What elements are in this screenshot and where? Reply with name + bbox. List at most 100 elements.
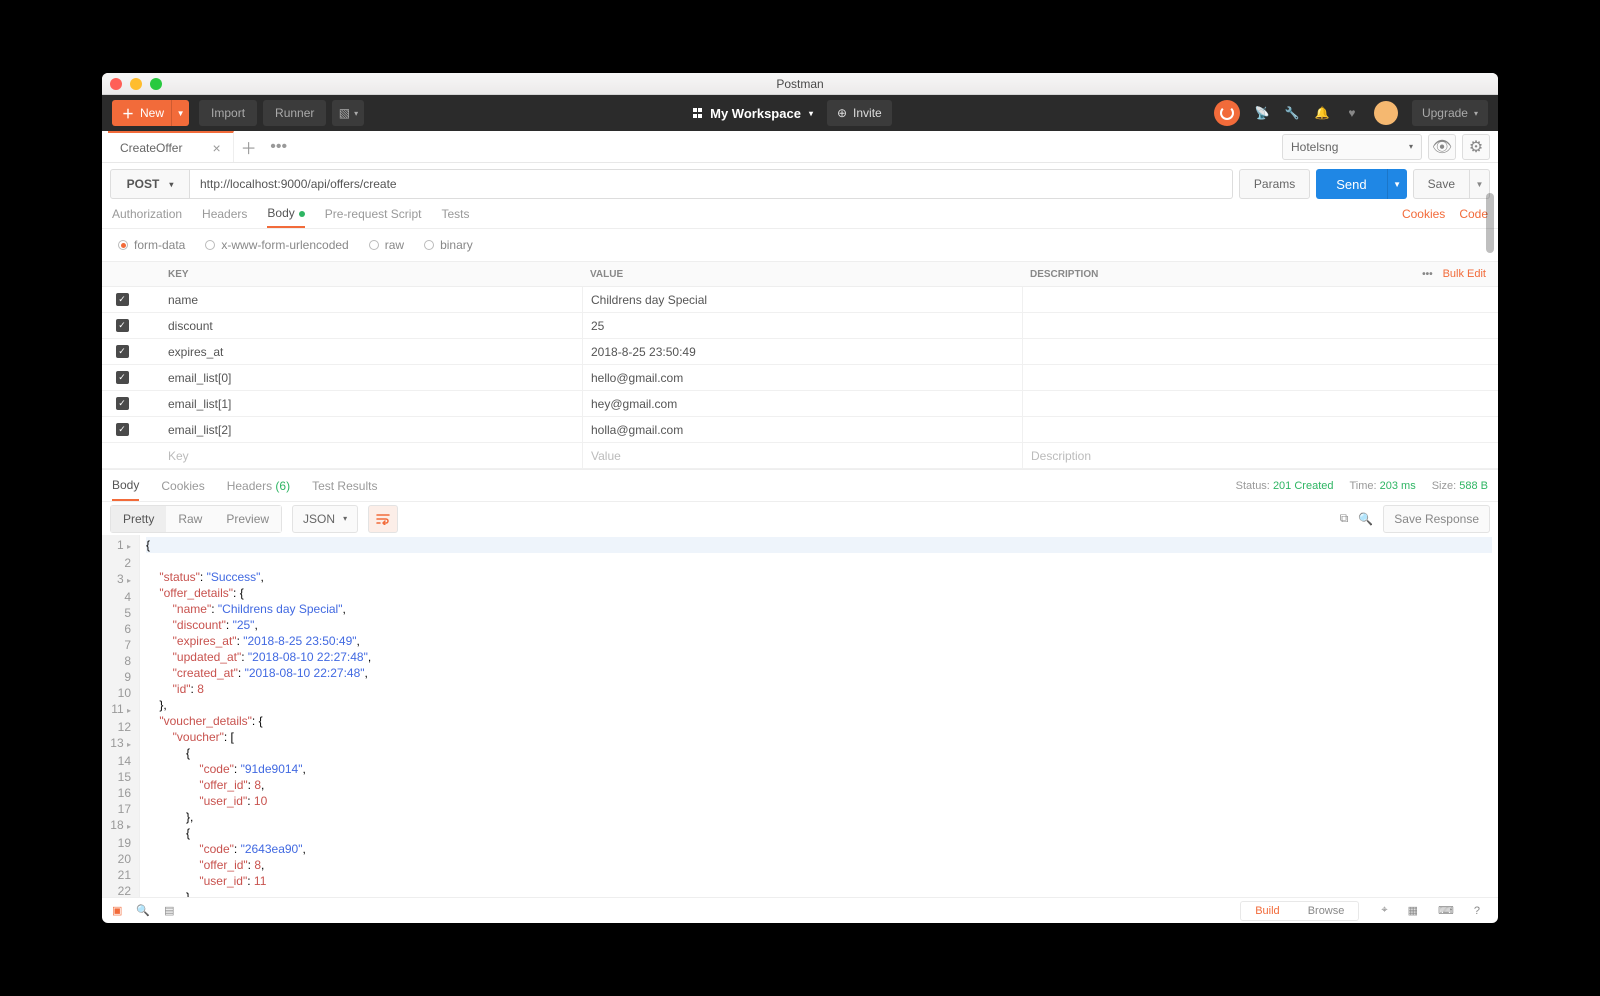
view-raw[interactable]: Raw xyxy=(166,506,214,532)
kv-desc-placeholder[interactable]: Description xyxy=(1022,443,1498,468)
resp-tab-headers[interactable]: Headers (6) xyxy=(227,479,290,493)
shortcuts-icon[interactable]: ⌨ xyxy=(1438,904,1454,917)
checkbox[interactable]: ✓ xyxy=(116,293,129,306)
import-button[interactable]: Import xyxy=(199,100,257,126)
checkbox[interactable]: ✓ xyxy=(116,345,129,358)
environment-preview-icon[interactable]: 👁 xyxy=(1428,134,1456,160)
modified-indicator-icon xyxy=(299,211,305,217)
kv-value[interactable]: hello@gmail.com xyxy=(582,365,1022,390)
bell-icon[interactable]: 🔔 xyxy=(1314,105,1330,121)
layout-icon[interactable]: ▦ xyxy=(1408,904,1418,917)
table-row[interactable]: ✓ discount 25 xyxy=(102,313,1498,339)
tab-headers[interactable]: Headers xyxy=(202,201,247,227)
kv-value[interactable]: 25 xyxy=(582,313,1022,338)
resp-tab-tests[interactable]: Test Results xyxy=(312,479,377,493)
help-icon[interactable]: ? xyxy=(1474,905,1480,917)
user-avatar[interactable] xyxy=(1374,101,1398,125)
sync-icon[interactable] xyxy=(1214,100,1240,126)
radio-form-data[interactable]: form-data xyxy=(118,238,185,252)
invite-button[interactable]: ⊕ Invite xyxy=(827,100,892,126)
params-button[interactable]: Params xyxy=(1239,169,1310,199)
send-dropdown[interactable]: ▼ xyxy=(1387,169,1407,199)
new-button[interactable]: ＋ New xyxy=(112,100,174,126)
code-body[interactable]: { "status": "Success", "offer_details": … xyxy=(140,535,1498,897)
kv-value[interactable]: holla@gmail.com xyxy=(582,417,1022,442)
kv-desc[interactable] xyxy=(1022,365,1498,390)
runner-button[interactable]: Runner xyxy=(263,100,326,126)
format-selector[interactable]: JSON ▾ xyxy=(292,505,358,533)
workspace-selector[interactable]: My Workspace ▾ xyxy=(693,106,813,121)
kv-desc[interactable] xyxy=(1022,313,1498,338)
kv-empty-row[interactable]: Key Value Description xyxy=(102,443,1498,469)
radio-raw[interactable]: raw xyxy=(369,238,404,252)
view-preview[interactable]: Preview xyxy=(214,506,281,532)
send-button[interactable]: Send xyxy=(1316,169,1386,199)
kv-value-placeholder[interactable]: Value xyxy=(582,443,1022,468)
bulk-edit-link[interactable]: Bulk Edit xyxy=(1443,268,1486,280)
heart-icon[interactable]: ♥ xyxy=(1344,105,1360,121)
kv-key[interactable]: email_list[0] xyxy=(142,371,582,385)
add-tab-button[interactable]: ＋ xyxy=(234,131,264,162)
kv-value[interactable]: hey@gmail.com xyxy=(582,391,1022,416)
table-row[interactable]: ✓ email_list[1] hey@gmail.com xyxy=(102,391,1498,417)
kv-desc[interactable] xyxy=(1022,417,1498,442)
settings-icon[interactable]: ⚙ xyxy=(1462,134,1490,160)
window-options-button[interactable]: ▧ ▾ xyxy=(332,100,364,126)
save-response-button[interactable]: Save Response xyxy=(1383,505,1490,533)
radio-binary[interactable]: binary xyxy=(424,238,473,252)
wrap-icon[interactable] xyxy=(368,505,398,533)
checkbox[interactable]: ✓ xyxy=(116,397,129,410)
url-input[interactable]: http://localhost:9000/api/offers/create xyxy=(190,169,1233,199)
save-button[interactable]: Save xyxy=(1413,169,1470,199)
upgrade-button[interactable]: Upgrade ▾ xyxy=(1412,100,1488,126)
wrench-icon[interactable]: 🔧 xyxy=(1284,105,1300,121)
table-row[interactable]: ✓ name Childrens day Special xyxy=(102,287,1498,313)
kv-key[interactable]: email_list[2] xyxy=(142,423,582,437)
table-row[interactable]: ✓ expires_at 2018-8-25 23:50:49 xyxy=(102,339,1498,365)
kv-key[interactable]: expires_at xyxy=(142,345,582,359)
tab-body[interactable]: Body xyxy=(267,200,304,228)
checkbox[interactable]: ✓ xyxy=(116,319,129,332)
checkbox[interactable]: ✓ xyxy=(116,371,129,384)
close-icon[interactable]: × xyxy=(212,140,220,156)
find-icon[interactable]: 🔍 xyxy=(136,904,150,917)
tab-authorization[interactable]: Authorization xyxy=(112,201,182,227)
kv-value[interactable]: Childrens day Special xyxy=(582,287,1022,312)
radio-urlencoded[interactable]: x-www-form-urlencoded xyxy=(205,238,348,252)
cookies-link[interactable]: Cookies xyxy=(1402,207,1445,221)
more-icon[interactable]: ••• xyxy=(1422,269,1433,280)
kv-key-placeholder[interactable]: Key xyxy=(142,449,582,463)
tab-options-button[interactable]: ••• xyxy=(264,131,294,162)
kv-desc[interactable] xyxy=(1022,339,1498,364)
request-tab[interactable]: CreateOffer × xyxy=(108,131,234,162)
view-pretty[interactable]: Pretty xyxy=(111,506,166,532)
method-label: POST xyxy=(127,177,160,191)
kv-key[interactable]: email_list[1] xyxy=(142,397,582,411)
kv-value[interactable]: 2018-8-25 23:50:49 xyxy=(582,339,1022,364)
checkbox[interactable]: ✓ xyxy=(116,423,129,436)
bootcamp-icon[interactable]: ⌖ xyxy=(1381,904,1387,917)
resp-tab-body[interactable]: Body xyxy=(112,471,139,501)
kv-key[interactable]: name xyxy=(142,293,582,307)
tab-prerequest[interactable]: Pre-request Script xyxy=(325,201,422,227)
kv-desc[interactable] xyxy=(1022,287,1498,312)
environment-selector[interactable]: Hotelsng ▾ xyxy=(1282,134,1422,160)
search-icon[interactable]: 🔍 xyxy=(1358,512,1373,526)
code-link[interactable]: Code xyxy=(1459,207,1488,221)
mode-build[interactable]: Build xyxy=(1241,902,1293,920)
mode-browse[interactable]: Browse xyxy=(1294,902,1359,920)
resp-tab-cookies[interactable]: Cookies xyxy=(161,479,204,493)
new-dropdown[interactable]: ▼ xyxy=(171,100,189,126)
kv-desc[interactable] xyxy=(1022,391,1498,416)
copy-icon[interactable]: ⧉ xyxy=(1340,511,1349,526)
tab-tests[interactable]: Tests xyxy=(441,201,469,227)
kv-key[interactable]: discount xyxy=(142,319,582,333)
tab-body-label: Body xyxy=(267,206,294,220)
method-selector[interactable]: POST ▾ xyxy=(110,169,190,199)
table-row[interactable]: ✓ email_list[2] holla@gmail.com xyxy=(102,417,1498,443)
table-row[interactable]: ✓ email_list[0] hello@gmail.com xyxy=(102,365,1498,391)
satellite-icon[interactable]: 📡 xyxy=(1254,105,1270,121)
scrollbar[interactable] xyxy=(1486,193,1494,253)
console-icon[interactable]: ▤ xyxy=(164,904,174,917)
sidebar-toggle-icon[interactable]: ▣ xyxy=(112,904,122,917)
